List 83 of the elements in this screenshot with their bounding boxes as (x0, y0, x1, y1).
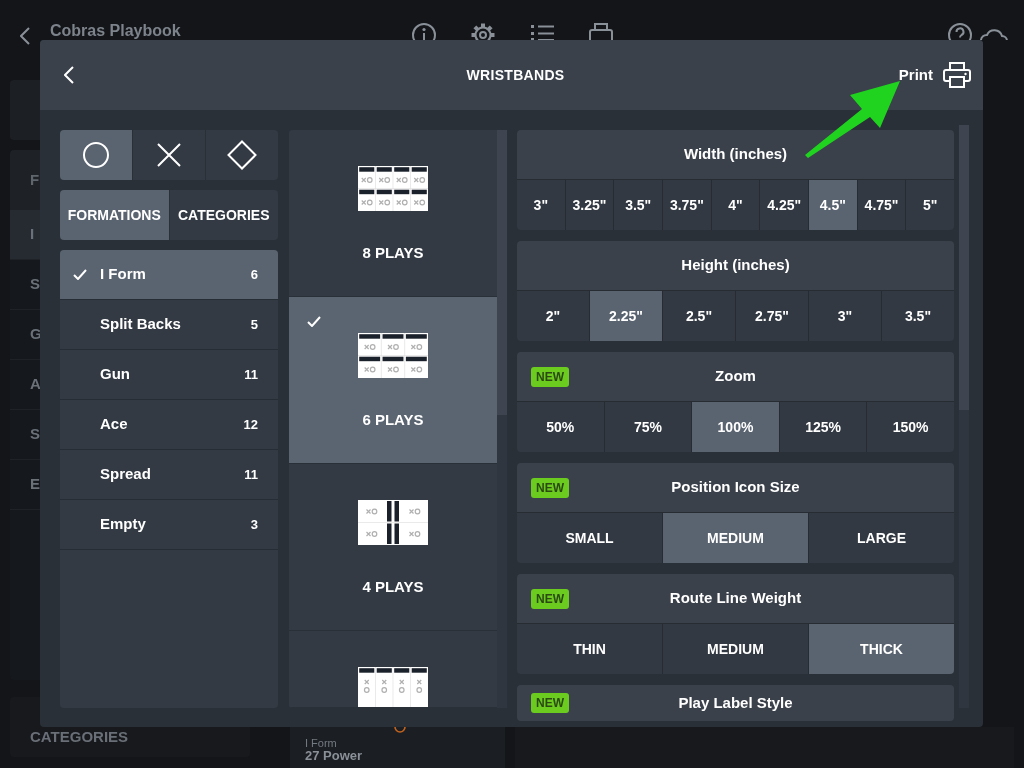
print-button[interactable]: Print (898, 62, 971, 88)
setting-option[interactable]: 125% (778, 402, 867, 452)
tab[interactable]: FORMATIONS (60, 190, 169, 240)
setting-option[interactable]: THIN (517, 624, 662, 674)
section-title: Height (inches) (681, 255, 790, 276)
shape-option[interactable] (132, 130, 205, 180)
check-icon (73, 269, 87, 280)
setting-option[interactable]: MEDIUM (662, 624, 808, 674)
diamond-icon (227, 140, 257, 170)
setting-option[interactable]: 2.25" (589, 291, 662, 341)
shape-option[interactable] (205, 130, 278, 180)
setting-option[interactable]: 3.25" (564, 180, 614, 230)
panel-background (10, 80, 40, 140)
layout-option[interactable]: 6 PLAYS (289, 297, 497, 464)
scrollbar-thumb[interactable] (497, 130, 507, 415)
item-count: 3 (250, 515, 258, 534)
card-subtitle: I Form (305, 737, 338, 749)
dialog-title: WRISTBANDS (466, 65, 565, 85)
circle-icon (83, 142, 109, 168)
printer-icon[interactable] (588, 23, 613, 40)
help-icon[interactable] (948, 23, 972, 40)
item-count: 5 (250, 315, 258, 334)
section-title: Route Line Weight (669, 588, 802, 609)
gear-icon[interactable] (470, 23, 495, 40)
setting-option[interactable]: 75% (603, 402, 692, 452)
setting-option[interactable]: 150% (866, 402, 954, 452)
section-title: Position Icon Size (671, 477, 800, 498)
info-icon[interactable] (411, 23, 436, 40)
setting-option[interactable]: 3" (517, 180, 565, 230)
formation-item[interactable]: I Form 6 (60, 250, 278, 300)
play-card[interactable]: I Form 27 Power (290, 727, 505, 768)
setting-option[interactable]: 4.25" (759, 180, 809, 230)
setting-option[interactable]: 2" (517, 291, 589, 341)
setting-option[interactable]: 2.75" (735, 291, 808, 341)
setting-option[interactable]: 5" (905, 180, 954, 230)
setting-option[interactable]: 100% (691, 402, 779, 452)
scrollbar-thumb[interactable] (959, 125, 969, 410)
ring-icon (394, 727, 406, 734)
tab[interactable]: CATEGORIES (168, 190, 278, 240)
new-badge: NEW (531, 366, 569, 387)
item-count: 11 (244, 465, 258, 484)
formation-item[interactable]: Gun 11 (60, 350, 278, 400)
layout-thumbnail-icon (358, 667, 428, 707)
shape-option[interactable] (60, 130, 132, 180)
cross-icon (157, 143, 181, 167)
new-badge: NEW (531, 693, 569, 713)
setting-option[interactable]: 4" (710, 180, 760, 230)
app-title: Cobras Playbook (50, 22, 181, 40)
setting-option[interactable]: 2.5" (662, 291, 735, 341)
setting-option[interactable]: SMALL (517, 513, 662, 563)
list-icon[interactable] (529, 23, 554, 40)
setting-option[interactable]: 3.75" (662, 180, 711, 230)
formation-item[interactable]: Spread 11 (60, 450, 278, 500)
setting-option[interactable]: 3.5" (881, 291, 954, 341)
layout-thumbnail-icon (358, 333, 428, 378)
new-badge: NEW (531, 588, 569, 609)
categories-label: CATEGORIES (30, 729, 130, 745)
back-icon[interactable] (20, 27, 30, 45)
setting-option[interactable]: 4.5" (808, 180, 857, 230)
section-title: Zoom (715, 366, 756, 387)
printer-icon (943, 62, 971, 88)
setting-option[interactable]: 50% (517, 402, 604, 452)
formation-item[interactable]: Ace 12 (60, 400, 278, 450)
layout-thumbnail-icon (358, 500, 428, 545)
new-badge: NEW (531, 477, 569, 498)
formation-item[interactable]: Split Backs 5 (60, 300, 278, 350)
check-icon (307, 316, 321, 327)
section-title: Width (inches) (683, 144, 788, 165)
sidebar-header: F (10, 150, 40, 210)
item-count: 12 (243, 415, 258, 434)
setting-option[interactable]: 3.5" (613, 180, 662, 230)
chevron-left-icon (64, 66, 74, 84)
item-count: 11 (244, 365, 258, 384)
section-title: Play Label Style (678, 692, 793, 713)
item-count: 6 (250, 265, 258, 284)
card-title: 27 Power (305, 749, 364, 763)
setting-option[interactable]: MEDIUM (662, 513, 808, 563)
setting-option[interactable]: 3" (808, 291, 881, 341)
layout-thumbnail-icon (358, 166, 428, 211)
setting-option[interactable]: 4.75" (856, 180, 906, 230)
setting-option[interactable]: THICK (808, 624, 954, 674)
setting-option[interactable]: LARGE (808, 513, 954, 563)
formation-item[interactable]: Empty 3 (60, 500, 278, 550)
